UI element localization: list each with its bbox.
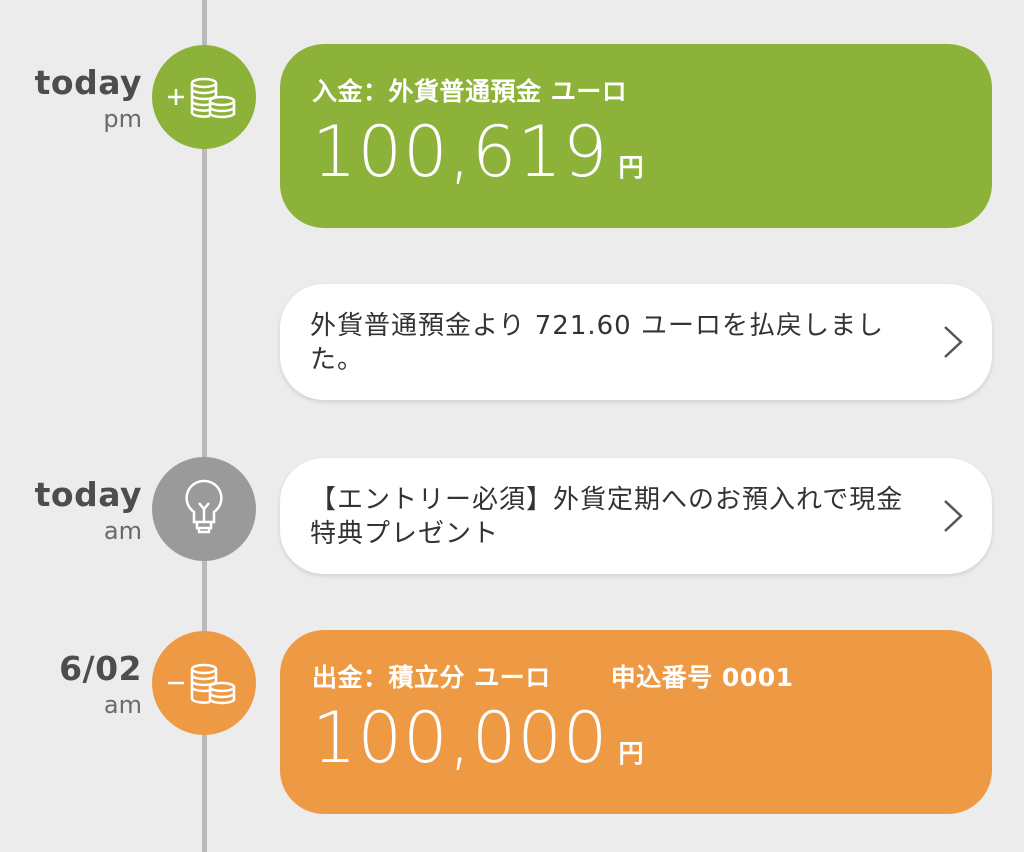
campaign-message-card[interactable]: 【エントリー必須】外貨定期へのお預入れで現金特典プレゼント — [280, 458, 992, 574]
time-label: am — [103, 517, 142, 545]
date-label: 6/02 — [59, 649, 142, 688]
chevron-right-icon — [944, 326, 963, 358]
time-label: pm — [103, 105, 142, 133]
lightbulb-icon — [152, 457, 256, 561]
amount-number: 100,000 — [312, 697, 609, 779]
timeline-date-1: today pm — [0, 66, 142, 131]
message-text: 【エントリー必須】外貨定期へのお預入れで現金特典プレゼント — [310, 485, 904, 549]
deposit-card[interactable]: 入金：外貨普通預金 ユーロ 100,619 円 — [280, 44, 992, 228]
coins-minus-icon — [152, 631, 256, 735]
card-title: 入金：外貨普通預金 ユーロ — [312, 77, 628, 106]
date-label: today — [34, 63, 142, 102]
date-label: today — [34, 475, 142, 514]
amount-unit: 円 — [618, 739, 645, 768]
amount-value: 100,619 円 — [312, 110, 644, 194]
withdrawal-message-card[interactable]: 外貨普通預金より 721.60 ユーロを払戻しました。 — [280, 284, 992, 400]
timeline-date-2: today am — [0, 478, 142, 543]
title-text: 出金：積立分 ユーロ — [312, 663, 551, 692]
chevron-right-icon — [944, 500, 963, 532]
order-number: 申込番号 0001 — [610, 663, 794, 692]
withdrawal-card[interactable]: 出金：積立分 ユーロ 申込番号 0001 100,000 円 — [280, 630, 992, 814]
amount-number: 100,619 — [312, 111, 609, 193]
timeline-date-3: 6/02 am — [0, 652, 142, 717]
card-title: 出金：積立分 ユーロ 申込番号 0001 — [312, 658, 794, 694]
time-label: am — [103, 691, 142, 719]
amount-value: 100,000 円 — [312, 696, 644, 780]
coins-plus-icon — [152, 45, 256, 149]
message-text: 外貨普通預金より 721.60 ユーロを払戻しました。 — [310, 311, 884, 375]
amount-unit: 円 — [618, 153, 645, 182]
